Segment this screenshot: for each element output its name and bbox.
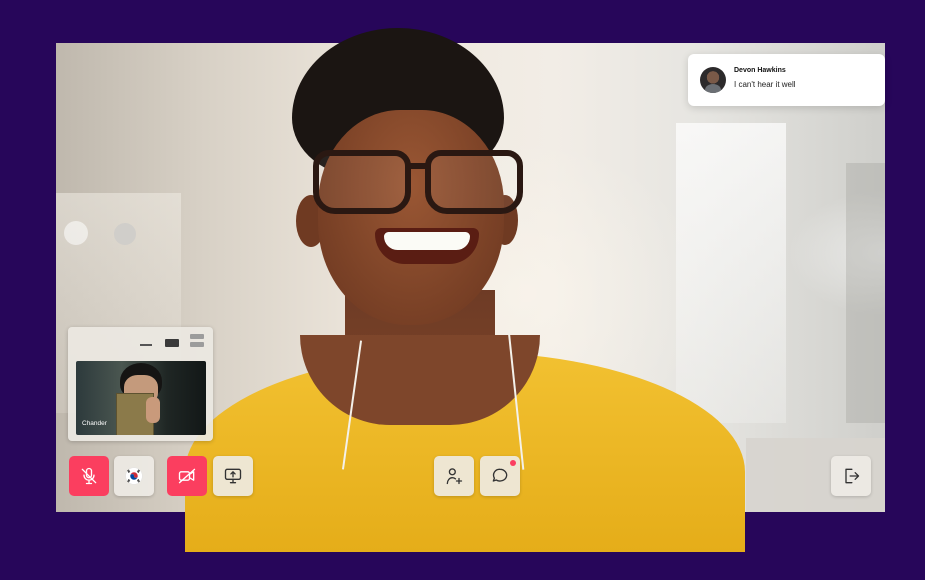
leave-icon xyxy=(845,468,860,484)
self-video: Chander xyxy=(76,361,206,435)
leave-call-button[interactable] xyxy=(831,456,871,496)
language-button[interactable] xyxy=(114,456,154,496)
video-off-icon xyxy=(178,468,196,484)
camera-toggle-button[interactable] xyxy=(167,456,207,496)
unread-indicator xyxy=(510,460,516,466)
chat-notification[interactable]: Devon Hawkins I can't hear it well xyxy=(688,54,885,106)
notification-sender: Devon Hawkins xyxy=(734,67,786,74)
add-participant-button[interactable] xyxy=(434,456,474,496)
mic-off-icon xyxy=(81,467,97,485)
notification-message: I can't hear it well xyxy=(734,80,796,89)
self-view-name: Chander xyxy=(82,420,107,427)
layout-grid-icon[interactable] xyxy=(190,334,204,347)
korea-flag-icon xyxy=(125,467,143,485)
chat-icon xyxy=(492,468,508,482)
participant-face xyxy=(318,110,504,325)
self-video-hand xyxy=(146,397,160,423)
avatar xyxy=(700,67,726,93)
minimize-icon[interactable] xyxy=(140,344,152,346)
share-screen-button[interactable] xyxy=(213,456,253,496)
mute-button[interactable] xyxy=(69,456,109,496)
background-window xyxy=(676,123,786,423)
glasses-bridge xyxy=(405,163,429,169)
glasses-left-lens xyxy=(313,150,411,214)
background-pillar xyxy=(846,163,885,423)
glasses-right-lens xyxy=(425,150,523,214)
participant-teeth xyxy=(384,232,470,250)
maximize-icon[interactable] xyxy=(165,339,179,347)
add-user-icon xyxy=(446,468,463,485)
screen-share-icon xyxy=(224,468,242,484)
